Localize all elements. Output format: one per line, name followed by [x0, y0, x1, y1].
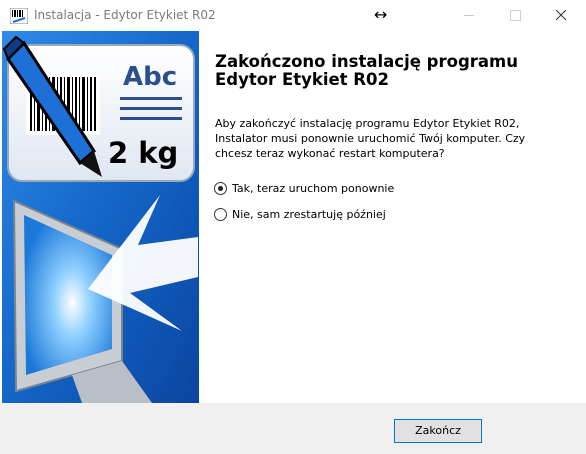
restart-later-radio[interactable] [214, 208, 227, 221]
restart-now-radio[interactable] [214, 182, 227, 195]
title-bar[interactable]: Instalacja - Edytor Etykiet R02 ↔ [0, 0, 586, 31]
banner-weight-text: 2 kg [108, 136, 178, 170]
app-barcode-icon [9, 7, 29, 25]
window-title: Instalacja - Edytor Etykiet R02 [34, 8, 216, 22]
resize-icon: ↔ [374, 5, 388, 24]
maximize-button[interactable] [492, 0, 538, 31]
close-icon [556, 10, 566, 20]
wizard-banner-image: Abc 2 kg [2, 31, 199, 403]
minimize-icon [464, 15, 474, 16]
maximize-icon [510, 10, 521, 21]
minimize-button[interactable] [446, 0, 492, 31]
close-button[interactable] [538, 0, 584, 31]
restart-now-label: Tak, teraz uruchom ponownie [232, 182, 395, 195]
page-heading: Zakończono instalację programu Edytor Et… [215, 52, 518, 89]
footer-bar: Zakończ [0, 403, 586, 454]
restart-description: Aby zakończyć instalację programu Edytor… [215, 117, 526, 160]
finish-button[interactable]: Zakończ [394, 419, 482, 443]
banner-abc-text: Abc [123, 62, 177, 92]
restart-later-label: Nie, sam zrestartuję później [232, 208, 386, 221]
